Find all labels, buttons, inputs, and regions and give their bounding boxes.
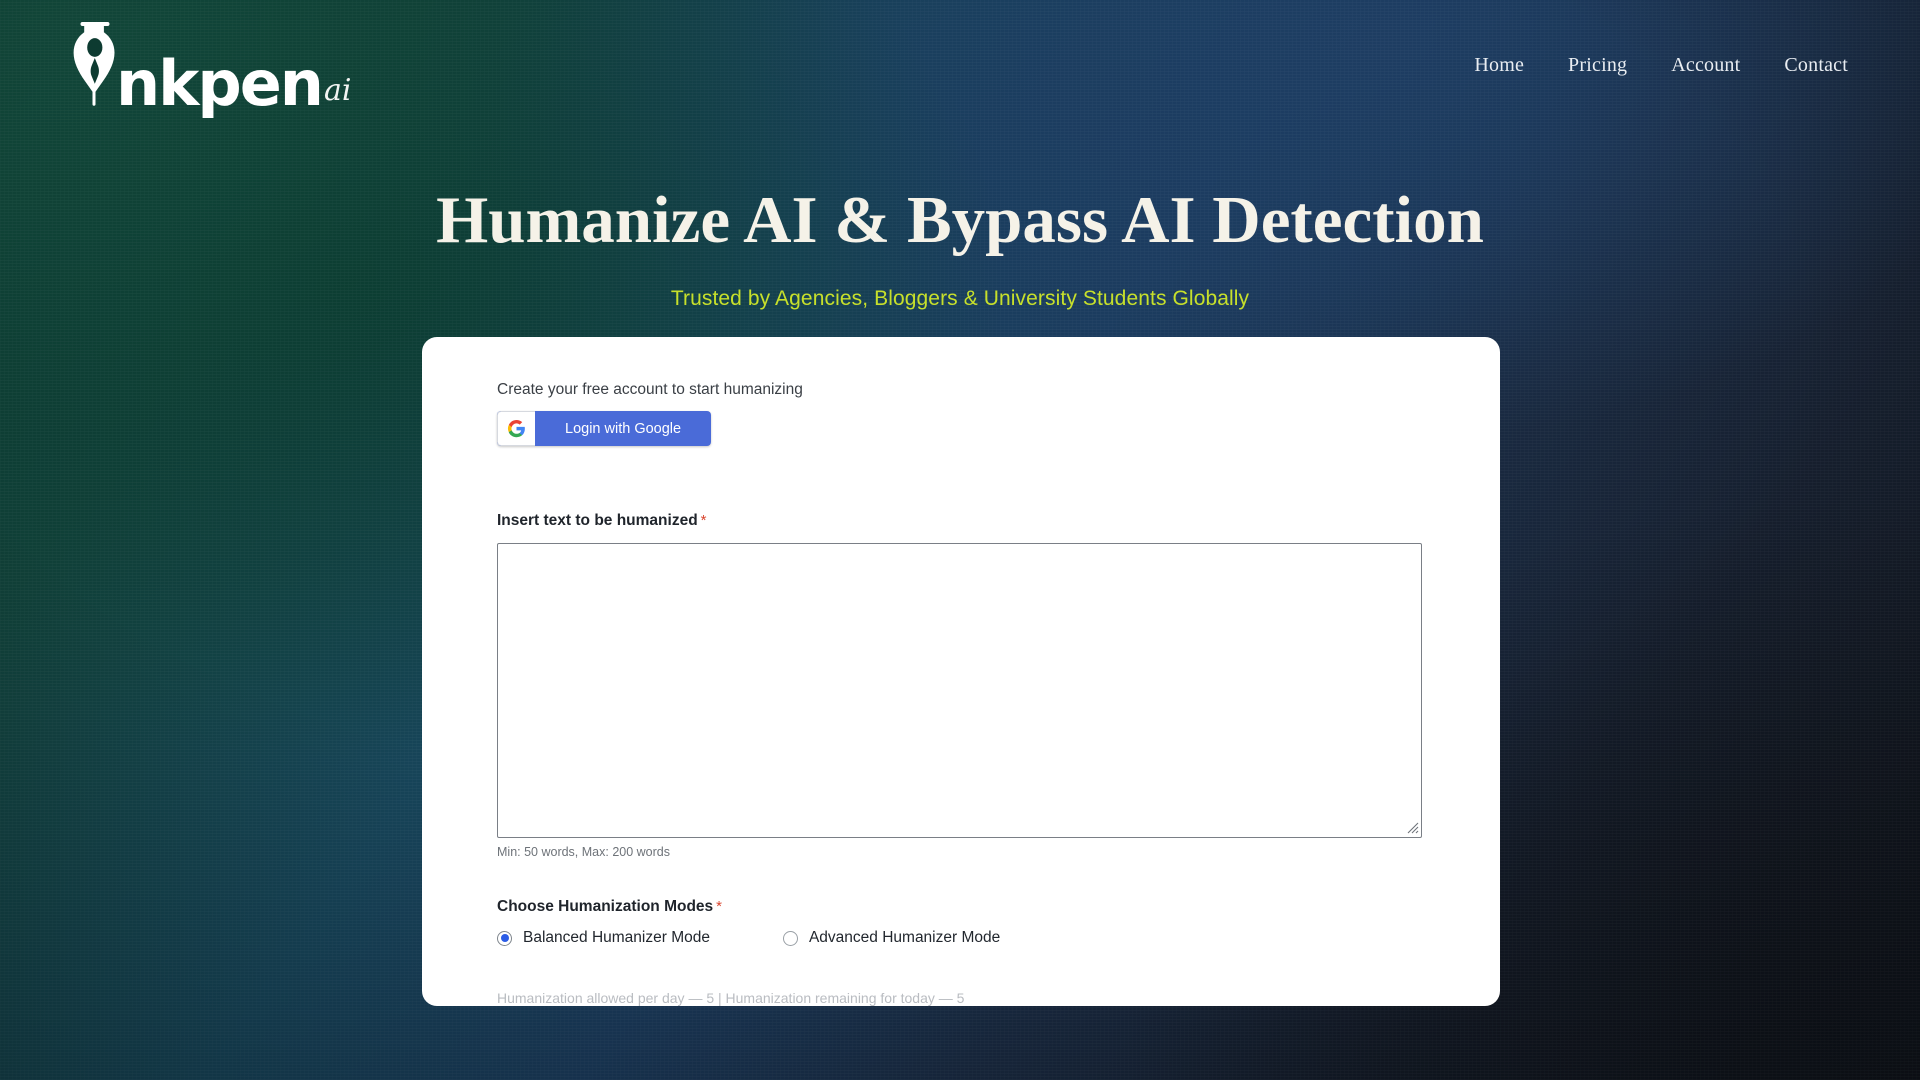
login-with-google-label: Login with Google <box>565 420 682 437</box>
modes-required-marker: * <box>716 898 722 915</box>
radio-advanced-label: Advanced Humanizer Mode <box>808 929 1001 946</box>
quota-status-text: Humanization allowed per day — 5 | Human… <box>497 990 965 1006</box>
humanize-text-input[interactable] <box>497 543 1422 838</box>
nav-item-pricing[interactable]: Pricing <box>1568 54 1627 77</box>
word-count-hint: Min: 50 words, Max: 200 words <box>497 845 670 859</box>
radio-balanced-label: Balanced Humanizer Mode <box>523 929 710 946</box>
humanizer-card: Create your free account to start humani… <box>422 337 1500 1006</box>
radio-balanced-humanizer-mode[interactable]: Balanced Humanizer Mode <box>497 929 710 947</box>
textarea-label: Insert text to be humanized * <box>497 512 1448 530</box>
radio-advanced-humanizer-mode[interactable]: Advanced Humanizer Mode <box>782 929 1001 947</box>
login-with-google-button[interactable]: Login with Google <box>497 411 712 446</box>
google-g-icon <box>497 411 535 446</box>
site-header: nkpen ai Home Pricing Account Contact <box>0 0 1920 130</box>
textarea-wrapper <box>497 543 1422 838</box>
modes-label-text: Choose Humanization Modes <box>497 898 714 915</box>
main-navigation: Home Pricing Account Contact <box>1474 54 1848 77</box>
nav-item-contact[interactable]: Contact <box>1784 54 1848 77</box>
radio-balanced-indicator[interactable] <box>497 930 512 946</box>
modes-label: Choose Humanization Modes * <box>497 898 1448 916</box>
fountain-pen-nib-icon <box>73 22 115 106</box>
textarea-required-marker: * <box>700 512 707 529</box>
nav-item-account[interactable]: Account <box>1671 54 1740 77</box>
hero-tagline: Trusted by Agencies, Bloggers & Universi… <box>670 287 1250 311</box>
brand-wordmark: nkpen <box>116 46 324 120</box>
page-title: Humanize AI & Bypass AI Detection <box>436 183 1484 257</box>
textarea-label-text: Insert text to be humanized <box>497 512 698 529</box>
account-prompt-label: Create your free account to start humani… <box>497 381 803 398</box>
brand-logo[interactable]: nkpen ai <box>72 18 352 120</box>
humanization-mode-radio-group: Balanced Humanizer Mode Advanced Humaniz… <box>497 929 1448 947</box>
nav-item-home[interactable]: Home <box>1474 54 1524 77</box>
radio-advanced-indicator[interactable] <box>782 930 798 946</box>
brand-suffix: ai <box>323 73 352 108</box>
